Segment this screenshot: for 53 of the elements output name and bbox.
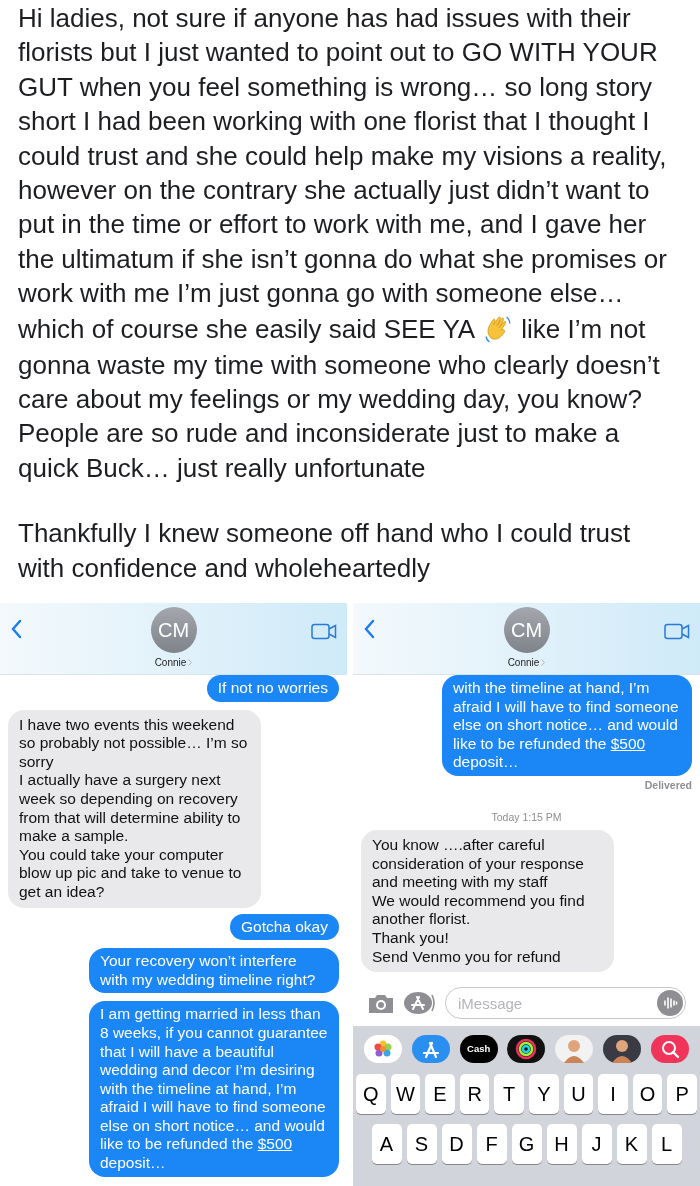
post-text: Hi ladies, not sure if anyone has had issues with their florists but I just wanted to point out to GO WITH YOUR GUT when you feel something is wrong… so long story short I had been working with one florist that I thought I could trust and she could help make my visions a reality, however on the contrary she actually just didn’t want to put in the time or effort to work with me, and I gave her the ultimatum if she isn’t gonna do what she promises or work with me I’m just gonna go with someone else… bbox=[18, 2, 668, 311]
keyboard-key[interactable]: E bbox=[425, 1074, 455, 1115]
chevron-right-icon bbox=[188, 659, 193, 666]
money-link[interactable]: $500 bbox=[610, 734, 646, 752]
received-message-bubble: I have two events this weekend so probably not possible… I’m so sorry I actually have a surgery next week so depending on recovery from that will determine ability to make a sample. You could take your computer blow up pic and take to venue to get an idea? bbox=[8, 709, 261, 908]
message-timestamp: Today 1:15 PM bbox=[491, 809, 562, 824]
keyboard-key[interactable]: T bbox=[494, 1074, 524, 1115]
sent-message-bubble: I am getting married in less than 8 weeks, if you cannot guarantee that I will have a beautiful wedding and decor I’m desiring with the timeline at hand, I’m afraid I will have to find someone else on short notice… and would like to be refunded the $500 deposit… bbox=[89, 1001, 339, 1177]
keyboard-key[interactable]: J bbox=[581, 1124, 612, 1165]
chevron-right-icon bbox=[541, 659, 546, 666]
sent-message-bubble: Your recovery won’t interfere with my wedding timeline right? bbox=[89, 948, 339, 994]
app-store-icon[interactable] bbox=[403, 990, 437, 1017]
post-text: Thankfully I knew someone off hand who I could trust with confidence and wholeheartedly bbox=[18, 517, 632, 585]
keyboard-key[interactable]: F bbox=[476, 1124, 507, 1165]
keyboard-key[interactable]: Y bbox=[529, 1074, 559, 1115]
keyboard-key[interactable]: H bbox=[546, 1124, 577, 1165]
keyboard-key[interactable]: L bbox=[651, 1124, 682, 1165]
web-search-icon[interactable] bbox=[650, 1035, 689, 1064]
keyboard-key[interactable]: U bbox=[563, 1074, 594, 1115]
contact-name[interactable]: Connie bbox=[507, 655, 540, 670]
post-text: like I’m not bbox=[521, 313, 646, 347]
keyboard-key[interactable]: K bbox=[616, 1124, 647, 1165]
sent-message-bubble: If not no worries bbox=[206, 675, 339, 702]
flower-icon[interactable] bbox=[364, 1035, 402, 1064]
post-text: which of course she easily said SEE YA bbox=[18, 313, 476, 347]
received-message-bubble: You know ….after careful consideration of your response and meeting with my staff We would recommend you find another florist. Thank you! Send Venmo you for refund bbox=[361, 829, 614, 973]
money-link[interactable]: $500 bbox=[257, 1135, 293, 1153]
keyboard-key[interactable]: R bbox=[459, 1074, 490, 1115]
video-camera-icon[interactable] bbox=[311, 623, 337, 640]
cash-app-button[interactable]: Cash bbox=[459, 1035, 498, 1064]
sent-message-bubble: Gotcha okay bbox=[229, 913, 339, 941]
sent-message-bubble: with the timeline at hand, I’m afraid I will have to find someone else on short notice… and would like to be refunded the $500 deposit… bbox=[442, 675, 692, 776]
keyboard-key[interactable]: S bbox=[406, 1124, 437, 1165]
audio-waveform-icon[interactable] bbox=[657, 990, 683, 1017]
keyboard-key[interactable]: G bbox=[511, 1124, 542, 1165]
post-text: gonna waste my time with someone who clearly doesn’t care about my feelings or my wedding day, you know? People are so rude and inconsiderate just to make a quick Buck… just really unfortunate bbox=[18, 348, 661, 485]
keyboard-key[interactable]: O bbox=[632, 1074, 663, 1115]
avatar-icon[interactable] bbox=[603, 1035, 642, 1064]
back-chevron-icon[interactable] bbox=[10, 619, 22, 639]
activity-rings-icon[interactable] bbox=[507, 1035, 546, 1064]
contact-name[interactable]: Connie bbox=[154, 655, 187, 670]
video-camera-icon[interactable] bbox=[664, 623, 690, 640]
camera-icon[interactable] bbox=[367, 992, 395, 1015]
keyboard-key[interactable]: D bbox=[441, 1124, 472, 1165]
delivered-status: Delivered bbox=[644, 777, 692, 792]
keyboard-key[interactable]: P bbox=[667, 1074, 697, 1115]
keyboard-key[interactable]: I bbox=[598, 1074, 628, 1115]
keyboard-key[interactable]: W bbox=[390, 1074, 421, 1115]
app-store-icon[interactable] bbox=[411, 1035, 450, 1064]
back-chevron-icon[interactable] bbox=[363, 619, 375, 639]
message-input-field[interactable]: iMessage bbox=[445, 987, 686, 1020]
keyboard-key[interactable]: Q bbox=[356, 1074, 386, 1115]
keyboard-key[interactable]: A bbox=[371, 1124, 402, 1165]
